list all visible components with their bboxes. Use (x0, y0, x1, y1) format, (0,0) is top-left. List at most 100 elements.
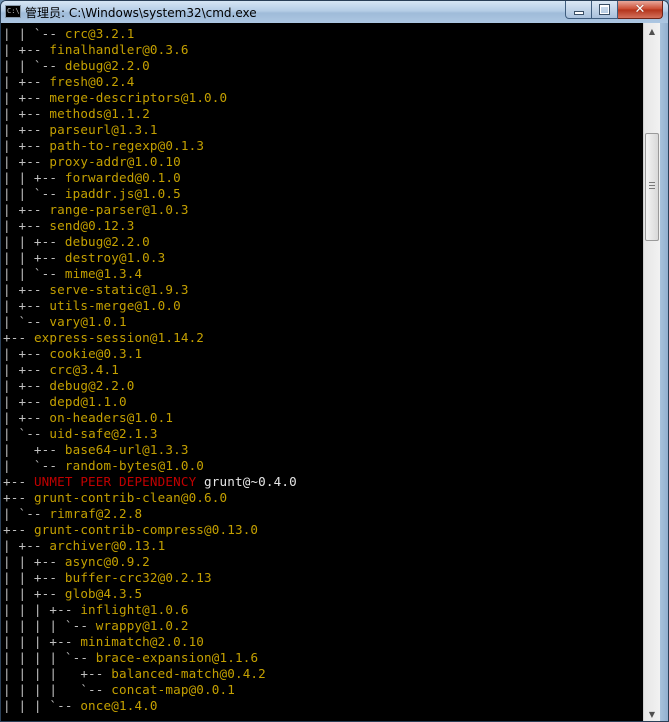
console-line: | `-- random-bytes@1.0.0 (3, 458, 297, 474)
tree-prefix: | +-- (3, 218, 50, 233)
package-name: minimatch@2.0.10 (80, 634, 205, 649)
scroll-up-arrow-icon[interactable]: ▲ (644, 23, 660, 39)
package-name: utils-merge@1.0.0 (49, 298, 181, 313)
console-line: | | `-- mime@1.3.4 (3, 266, 297, 282)
console-line: | +-- methods@1.1.2 (3, 106, 297, 122)
tree-prefix: | | | +-- (3, 634, 81, 649)
console-line: | | | +-- inflight@1.0.6 (3, 602, 297, 618)
tree-prefix: +-- (3, 330, 34, 345)
close-button[interactable]: ✕ (618, 1, 663, 19)
package-name: ipaddr.js@1.0.5 (64, 186, 181, 201)
console-line: | | `-- crc@3.2.1 (3, 26, 297, 42)
package-name: proxy-addr@1.0.10 (49, 154, 181, 169)
warning-text: UNMET PEER DEPENDENCY (33, 474, 197, 489)
tree-prefix: | | +-- (3, 586, 65, 601)
cmd-app-icon[interactable]: C:\ (5, 5, 21, 18)
package-name: uid-safe@2.1.3 (49, 426, 158, 441)
console-line: | +-- finalhandler@0.3.6 (3, 42, 297, 58)
package-name: cookie@0.3.1 (49, 346, 143, 361)
console-line: | +-- proxy-addr@1.0.10 (3, 154, 297, 170)
package-name: depd@1.1.0 (49, 394, 127, 409)
console-line: | +-- cookie@0.3.1 (3, 346, 297, 362)
console-line: | +-- send@0.12.3 (3, 218, 297, 234)
maximize-icon (600, 5, 609, 14)
package-name: wrappy@1.0.2 (95, 618, 189, 633)
console-line: | +-- archiver@0.13.1 (3, 538, 297, 554)
console-line: | `-- vary@1.0.1 (3, 314, 297, 330)
console-line: | +-- merge-descriptors@1.0.0 (3, 90, 297, 106)
scrollbar-thumb[interactable] (645, 133, 659, 241)
tree-prefix: | +-- (3, 122, 50, 137)
console-output[interactable]: | | `-- crc@3.2.1 | +-- finalhandler@0.3.… (1, 23, 643, 721)
tree-prefix: | | `-- (3, 186, 65, 201)
window-controls: ✕ (565, 1, 663, 19)
tree-prefix: | +-- (3, 394, 50, 409)
package-name: forwarded@0.1.0 (64, 170, 181, 185)
console-line: | +-- utils-merge@1.0.0 (3, 298, 297, 314)
tree-prefix: | +-- (3, 298, 50, 313)
console-line: | | +-- async@0.9.2 (3, 554, 297, 570)
peer-package-name: grunt@~0.4.0 (196, 474, 297, 489)
tree-prefix: | +-- (3, 378, 50, 393)
package-name: grunt-contrib-compress@0.13.0 (33, 522, 259, 537)
console-line: | | | `-- once@1.4.0 (3, 698, 297, 714)
scroll-down-arrow-icon[interactable]: ▼ (644, 706, 660, 721)
console-line: | +-- crc@3.4.1 (3, 362, 297, 378)
package-name: methods@1.1.2 (49, 106, 150, 121)
package-name: fresh@0.2.4 (49, 74, 135, 89)
tree-prefix: | +-- (3, 74, 50, 89)
console-line: | `-- rimraf@2.2.8 (3, 506, 297, 522)
tree-prefix: | +-- (3, 90, 50, 105)
tree-prefix: | `-- (3, 314, 50, 329)
tree-prefix: | +-- (3, 154, 50, 169)
package-name: rimraf@2.2.8 (49, 506, 143, 521)
tree-prefix: | | `-- (3, 266, 65, 281)
tree-prefix: | `-- (3, 458, 65, 473)
cmd-window: C:\ 管理员: C:\Windows\system32\cmd.exe ✕ |… (0, 0, 669, 722)
tree-prefix: | +-- (3, 442, 65, 457)
console-line: | | `-- ipaddr.js@1.0.5 (3, 186, 297, 202)
console-line: +-- express-session@1.14.2 (3, 330, 297, 346)
tree-prefix: | +-- (3, 362, 50, 377)
title-bar[interactable]: C:\ 管理员: C:\Windows\system32\cmd.exe ✕ (1, 1, 668, 23)
tree-prefix: | | | | `-- (3, 682, 112, 697)
tree-prefix: | `-- (3, 426, 50, 441)
tree-prefix: | | `-- (3, 58, 65, 73)
tree-prefix: | +-- (3, 202, 50, 217)
maximize-button[interactable] (592, 1, 618, 19)
package-name: finalhandler@0.3.6 (49, 42, 189, 57)
tree-prefix: | +-- (3, 346, 50, 361)
console-line: | | | | `-- brace-expansion@1.1.6 (3, 650, 297, 666)
vertical-scrollbar[interactable]: ▲ ▼ (643, 23, 660, 721)
tree-prefix: | +-- (3, 538, 50, 553)
tree-prefix: | +-- (3, 106, 50, 121)
package-name: base64-url@1.3.3 (64, 442, 189, 457)
package-name: mime@1.3.4 (64, 266, 143, 281)
tree-prefix: | | +-- (3, 250, 65, 265)
tree-prefix: | +-- (3, 42, 50, 57)
console-line: | +-- debug@2.2.0 (3, 378, 297, 394)
console-line: | +-- parseurl@1.3.1 (3, 122, 297, 138)
console-line: +-- grunt-contrib-clean@0.6.0 (3, 490, 297, 506)
console-line: +-- grunt-contrib-compress@0.13.0 (3, 522, 297, 538)
tree-prefix: | | +-- (3, 170, 65, 185)
console-line: | `-- uid-safe@2.1.3 (3, 426, 297, 442)
console-line: | | | | `-- concat-map@0.0.1 (3, 682, 297, 698)
package-name: range-parser@1.0.3 (49, 202, 189, 217)
package-name: inflight@1.0.6 (80, 602, 189, 617)
package-name: concat-map@0.0.1 (111, 682, 235, 697)
console-line: | +-- range-parser@1.0.3 (3, 202, 297, 218)
tree-prefix: +-- (3, 474, 34, 489)
minimize-button[interactable] (565, 1, 592, 19)
console-line: | | `-- debug@2.2.0 (3, 58, 297, 74)
console-line: | | +-- buffer-crc32@0.2.13 (3, 570, 297, 586)
package-name: express-session@1.14.2 (33, 330, 205, 345)
package-name: debug@2.2.0 (49, 378, 135, 393)
console-line: | | | | +-- balanced-match@0.4.2 (3, 666, 297, 682)
package-name: serve-static@1.9.3 (49, 282, 189, 297)
tree-prefix: | `-- (3, 506, 50, 521)
package-name: debug@2.2.0 (64, 58, 150, 73)
console-line: | | | | `-- wrappy@1.0.2 (3, 618, 297, 634)
package-name: merge-descriptors@1.0.0 (49, 90, 228, 105)
package-name: debug@2.2.0 (64, 234, 150, 249)
